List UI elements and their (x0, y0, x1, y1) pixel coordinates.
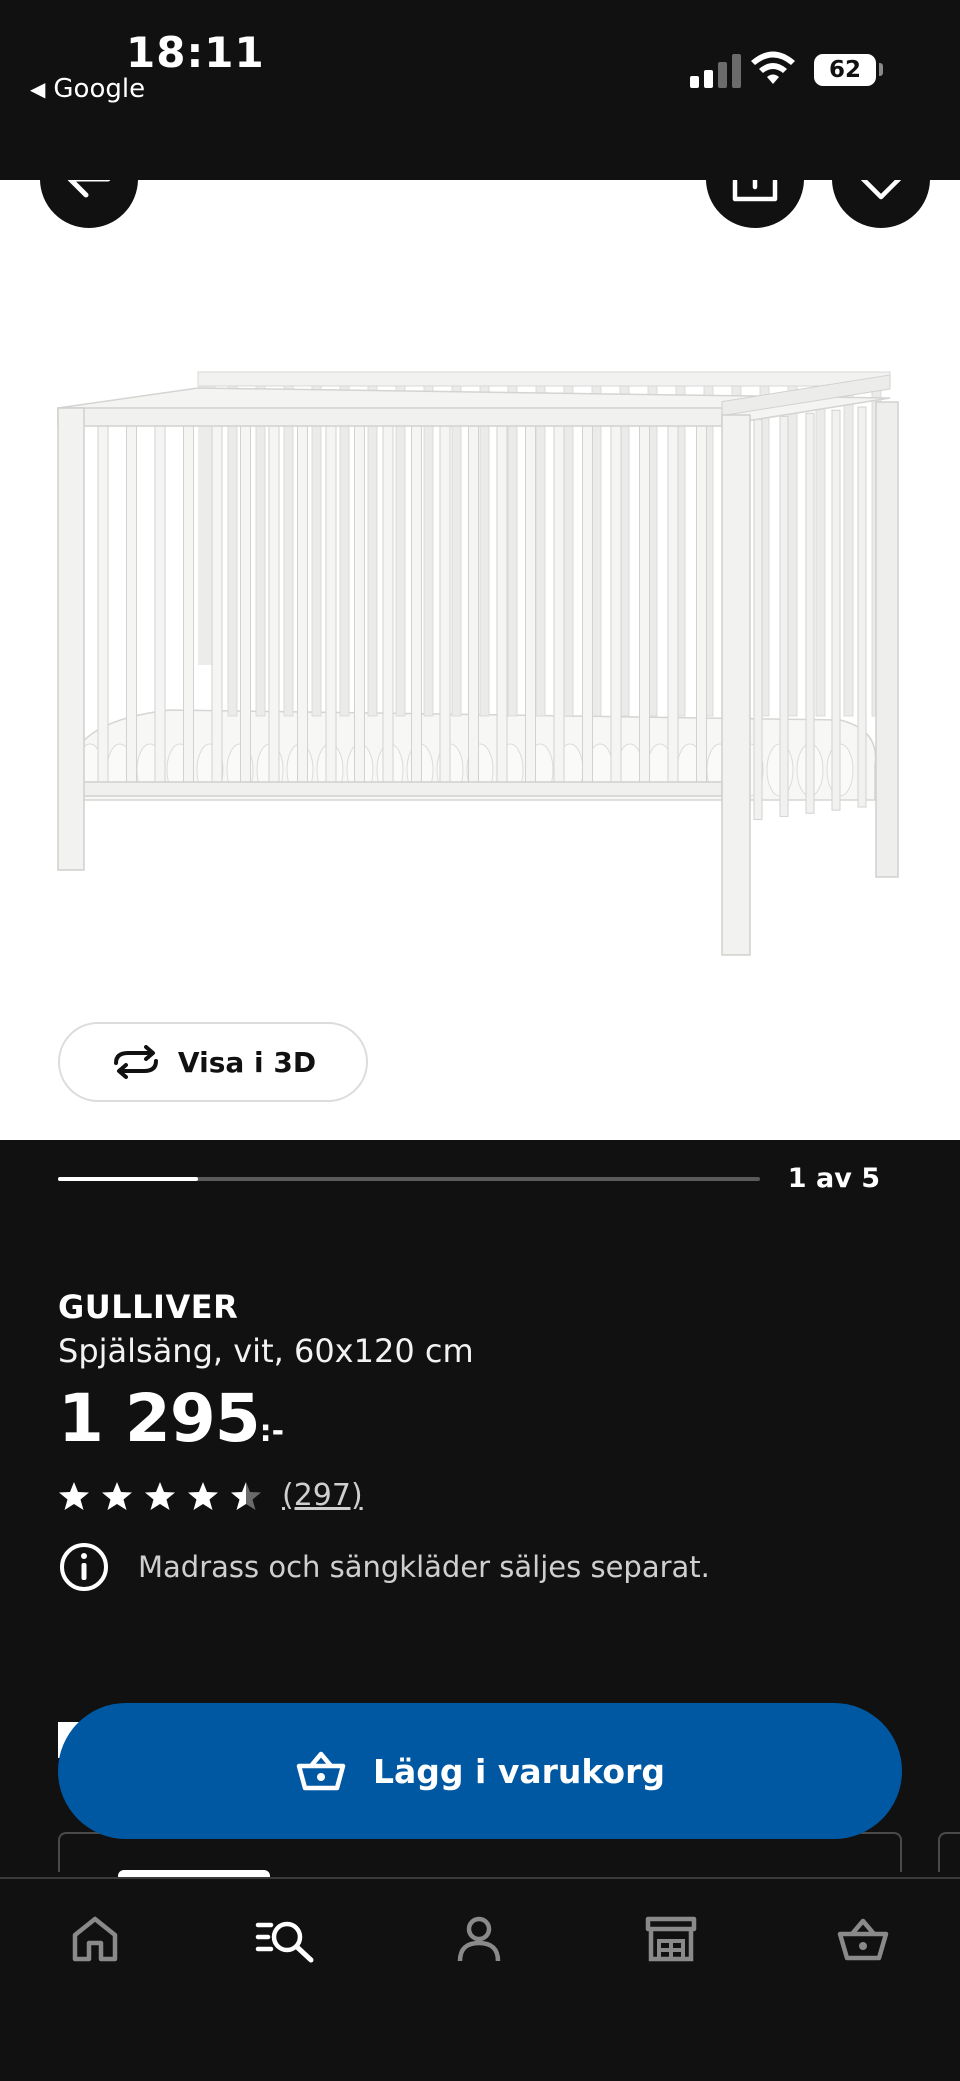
search-list-icon (255, 1921, 314, 1963)
star-icon (145, 1481, 175, 1510)
product-price: 1 295:- (58, 1380, 284, 1457)
arrow-left-icon (67, 180, 111, 198)
heart-icon (860, 180, 902, 200)
product-image-gallery[interactable]: Visa i 3D (0, 180, 960, 1140)
profile-icon (457, 1916, 501, 1962)
nav-profile[interactable] (444, 1909, 514, 1969)
star-icon (188, 1481, 218, 1510)
battery-cap (879, 63, 883, 76)
nav-store[interactable] (636, 1909, 706, 1969)
back-button[interactable] (40, 180, 138, 228)
nav-basket[interactable] (828, 1909, 898, 1969)
crib-product-image (57, 371, 899, 956)
nav-search[interactable] (251, 1909, 321, 1969)
favorite-button[interactable] (832, 180, 930, 228)
battery-indicator: 62 (814, 54, 876, 86)
review-count-link[interactable]: (297) (282, 1478, 363, 1513)
view-in-3d-button[interactable]: Visa i 3D (58, 1022, 368, 1102)
back-app-label: Google (53, 74, 146, 104)
nav-home[interactable] (60, 1909, 130, 1969)
gallery-progress-fill (58, 1177, 199, 1181)
gallery-progress-bar (58, 1177, 760, 1181)
add-to-cart-label: Lägg i varukorg (372, 1751, 665, 1791)
bottom-navigation (0, 1877, 960, 2081)
wifi-icon (751, 51, 795, 84)
back-to-app-link[interactable]: ◀ Google (30, 74, 145, 104)
star-icon (102, 1481, 132, 1510)
back-triangle-icon: ◀ (30, 77, 46, 101)
next-option-card-partial[interactable] (938, 1832, 960, 1872)
gallery-position-label: 1 av 5 (787, 1163, 880, 1194)
share-icon (732, 180, 778, 202)
share-button[interactable] (706, 180, 804, 228)
add-to-cart-button[interactable]: Lägg i varukorg (58, 1703, 902, 1839)
status-bar: 18:11 ◀ Google 62 (0, 0, 960, 180)
product-description: Spjälsäng, vit, 60x120 cm (58, 1332, 474, 1370)
product-notice: Madrass och sängkläder säljes separat. (58, 1541, 710, 1593)
price-suffix: :- (259, 1414, 285, 1449)
product-name: GULLIVER (58, 1288, 239, 1326)
basket-icon (296, 1751, 346, 1791)
info-icon (60, 1543, 108, 1591)
star-icon (59, 1481, 89, 1510)
store-icon (645, 1916, 697, 1962)
rating-stars (58, 1480, 262, 1512)
cellular-signal-icon (690, 52, 741, 88)
star-icon (231, 1481, 261, 1510)
view-in-3d-label: Visa i 3D (177, 1045, 317, 1079)
home-icon (72, 1916, 118, 1962)
status-time: 18:11 (126, 28, 265, 77)
product-rating[interactable]: (297) (58, 1478, 363, 1513)
price-value: 1 295 (58, 1380, 261, 1457)
rotate-3d-icon (113, 1045, 158, 1079)
notice-text: Madrass och sängkläder säljes separat. (138, 1550, 710, 1584)
shopping-basket-icon (837, 1918, 889, 1961)
